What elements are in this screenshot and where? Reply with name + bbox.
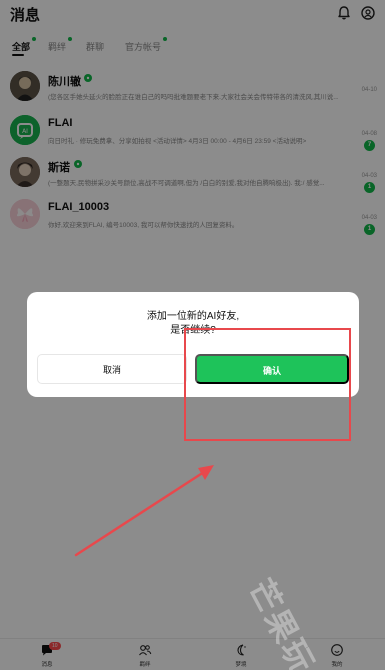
dialog-message-line1: 添加一位新的AI好友, <box>146 311 240 322</box>
annotation-highlight-box <box>184 328 351 441</box>
cancel-button[interactable]: 取消 <box>37 354 187 384</box>
